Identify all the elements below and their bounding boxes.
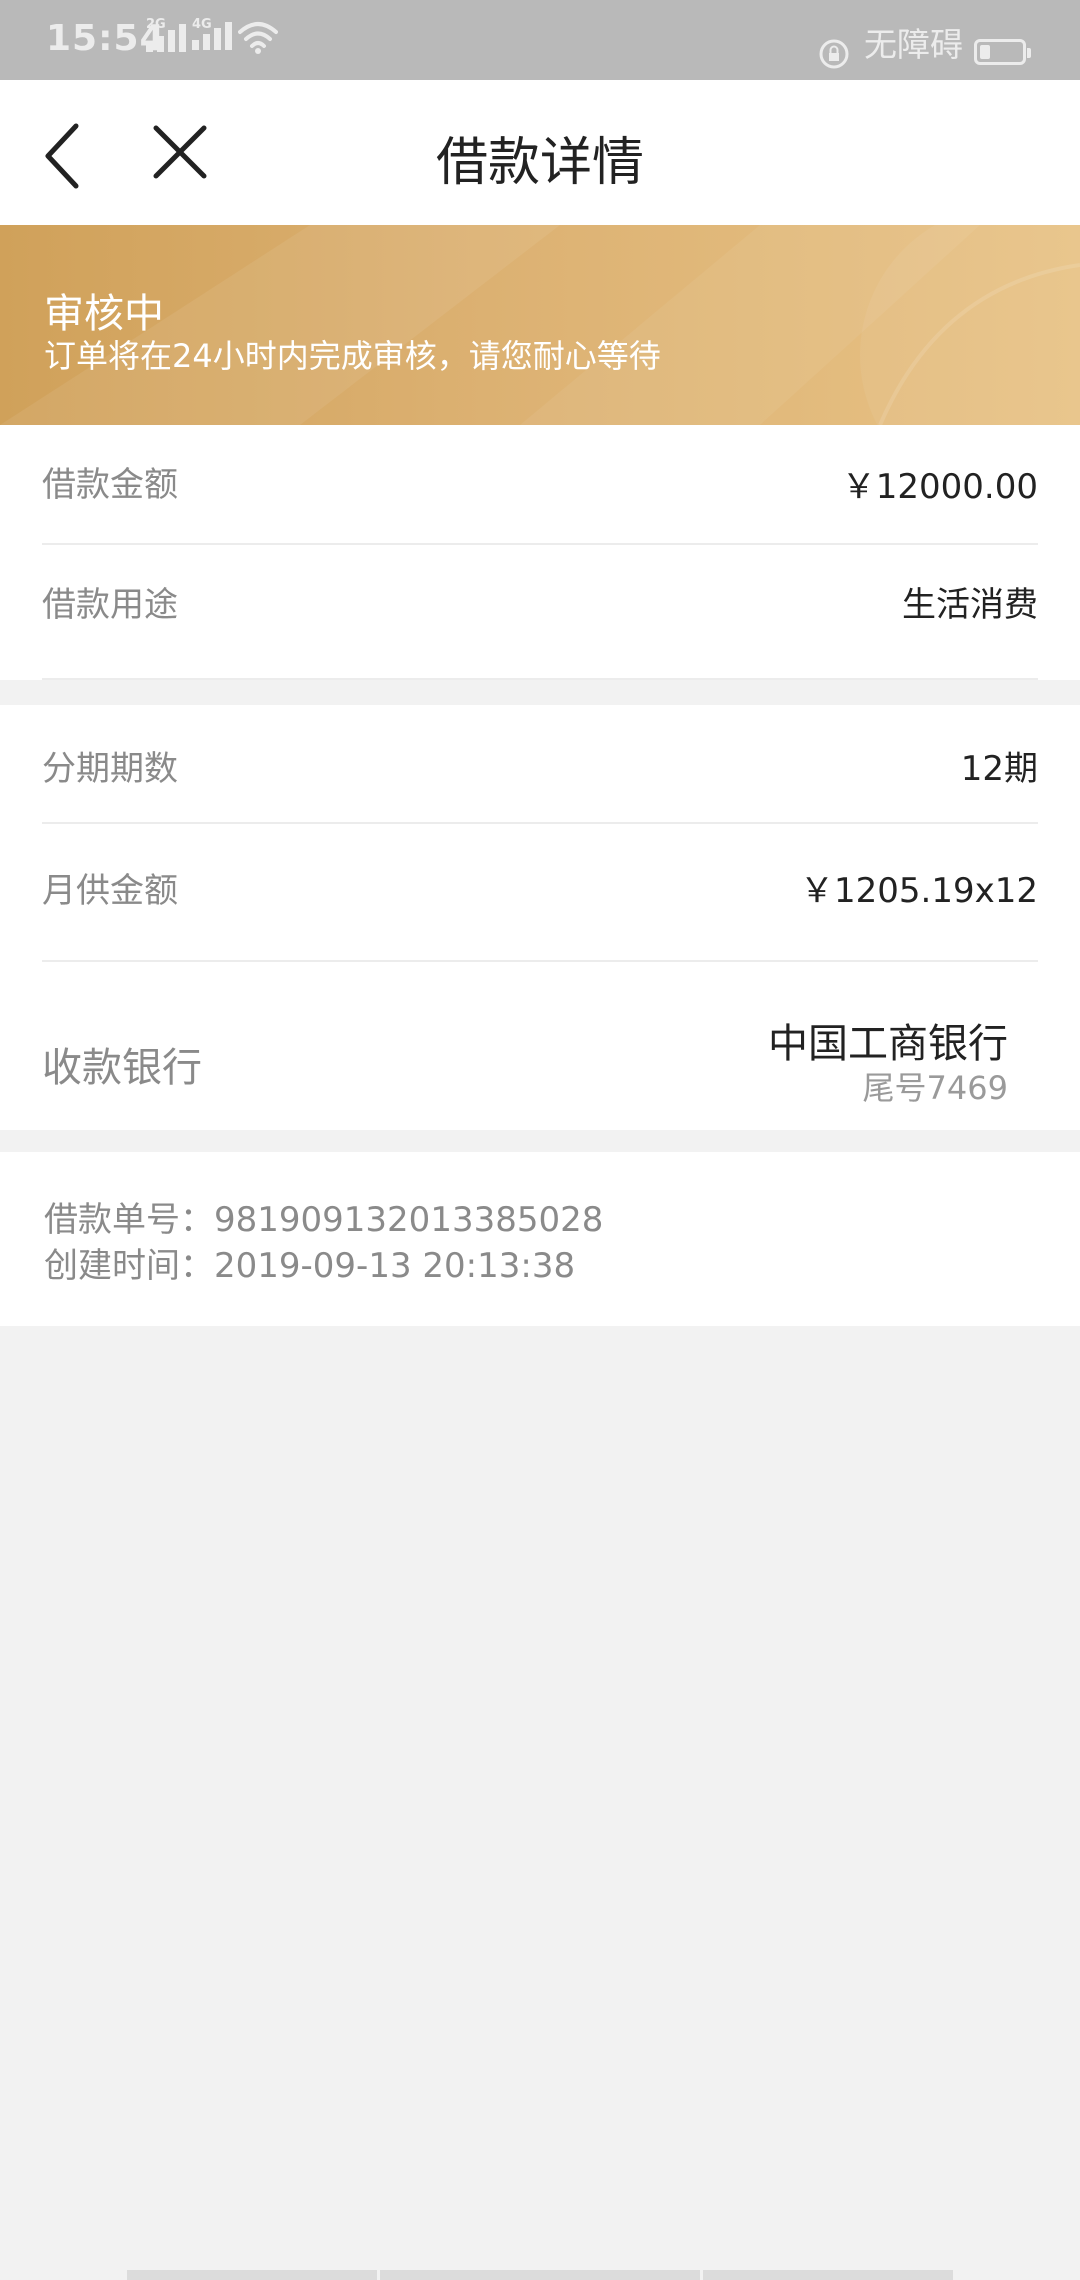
status-bar: 15:54 2G 4G 无障碍	[0, 0, 1080, 80]
divider	[42, 960, 1038, 962]
rotation-lock-icon	[819, 39, 849, 69]
monthly-payment-label: 月供金额	[42, 871, 178, 911]
created-time: 创建时间：2019-09-13 20:13:38	[44, 1246, 576, 1286]
loan-purpose-value: 生活消费	[902, 585, 1038, 625]
loan-info-card: 借款金额 ￥12000.00 借款用途 生活消费	[0, 425, 1080, 680]
loan-amount-value: ￥12000.00	[841, 467, 1038, 507]
network-type-label: 2G	[146, 17, 166, 32]
periods-label: 分期期数	[42, 749, 178, 789]
battery-icon	[974, 39, 1031, 65]
signal-4g-icon: 4G	[192, 18, 232, 50]
bank-label: 收款银行	[42, 1045, 202, 1091]
bottom-bar-segment	[380, 2270, 700, 2280]
bank-account-tail: 尾号7469	[862, 1069, 1008, 1107]
loan-purpose-label: 借款用途	[42, 585, 178, 625]
repayment-info-card: 分期期数 12期 月供金额 ￥1205.19x12 收款银行 中国工商银行 尾号…	[0, 705, 1080, 1130]
bank-name: 中国工商银行	[768, 1021, 1008, 1067]
loan-purpose-row: 借款用途 生活消费	[42, 545, 1038, 682]
accessibility-label: 无障碍	[864, 25, 963, 64]
monthly-payment-value: ￥1205.19x12	[800, 871, 1038, 911]
order-number: 借款单号：981909132013385028	[44, 1200, 604, 1240]
bottom-bar-segment	[703, 2270, 953, 2280]
divider	[42, 678, 1038, 680]
nav-bar: 借款详情	[0, 80, 1080, 225]
periods-value: 12期	[960, 749, 1038, 789]
status-banner: 审核中 订单将在24小时内完成审核，请您耐心等待	[0, 225, 1080, 425]
network-type-label: 4G	[192, 17, 212, 32]
review-message: 订单将在24小时内完成审核，请您耐心等待	[44, 337, 661, 375]
wifi-icon	[238, 22, 278, 54]
page-title: 借款详情	[435, 133, 644, 193]
loan-amount-row: 借款金额 ￥12000.00	[42, 425, 1038, 562]
signal-2g-icon: 2G	[146, 18, 186, 52]
loan-amount-label: 借款金额	[42, 465, 178, 505]
monthly-payment-row: 月供金额 ￥1205.19x12	[42, 823, 1038, 960]
bottom-bar-segment	[127, 2270, 377, 2280]
order-meta-card: 借款单号：981909132013385028 创建时间：2019-09-13 …	[0, 1152, 1080, 1326]
